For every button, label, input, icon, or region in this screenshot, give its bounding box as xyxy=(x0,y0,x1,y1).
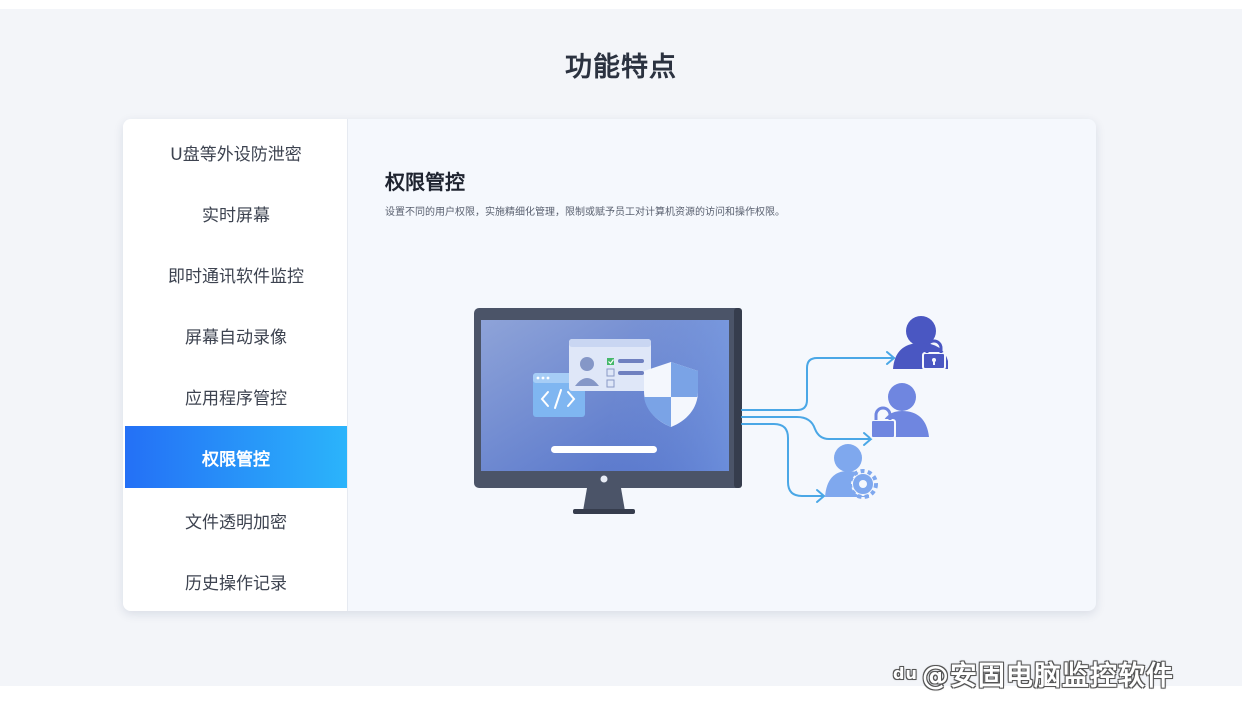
section-title: 功能特点 xyxy=(565,52,677,83)
content-title: 权限管控 xyxy=(385,170,465,194)
paw-logo-icon: du xyxy=(893,663,918,683)
sidebar-item-realtime-screen[interactable]: 实时屏幕 xyxy=(125,182,347,244)
sidebar-item-app-control[interactable]: 应用程序管控 xyxy=(125,365,347,427)
watermark: du @安固电脑监控软件 xyxy=(893,653,1223,693)
watermark-text: @安固电脑监控软件 xyxy=(921,660,1174,692)
monitor-icon xyxy=(474,308,742,514)
feature-sidebar: U盘等外设防泄密 实时屏幕 即时通讯软件监控 屏幕自动录像 应用程序管控 权限管… xyxy=(123,119,348,611)
page-background: 功能特点 U盘等外设防泄密 实时屏幕 即时通讯软件监控 屏幕自动录像 应用程序管… xyxy=(0,9,1242,692)
user-settings-icon xyxy=(825,444,878,499)
sidebar-item-permission-control[interactable]: 权限管控 xyxy=(125,426,347,488)
sidebar-item-screen-recording[interactable]: 屏幕自动录像 xyxy=(125,304,347,366)
sidebar-item-operation-history[interactable]: 历史操作记录 xyxy=(125,550,347,611)
sidebar-item-im-monitoring[interactable]: 即时通讯软件监控 xyxy=(125,243,347,305)
sidebar-item-file-encryption[interactable]: 文件透明加密 xyxy=(125,489,347,551)
user-padlock-icon xyxy=(870,383,929,439)
sidebar-item-usb-protection[interactable]: U盘等外设防泄密 xyxy=(125,121,347,183)
feature-panel: U盘等外设防泄密 实时屏幕 即时通讯软件监控 屏幕自动录像 应用程序管控 权限管… xyxy=(123,119,1096,611)
id-card-icon xyxy=(569,339,651,391)
content-description: 设置不同的用户权限，实施精细化管理，限制或赋予员工对计算机资源的访问和操作权限。 xyxy=(385,207,785,218)
permission-illustration xyxy=(474,308,948,514)
user-locked-icon xyxy=(893,316,948,370)
